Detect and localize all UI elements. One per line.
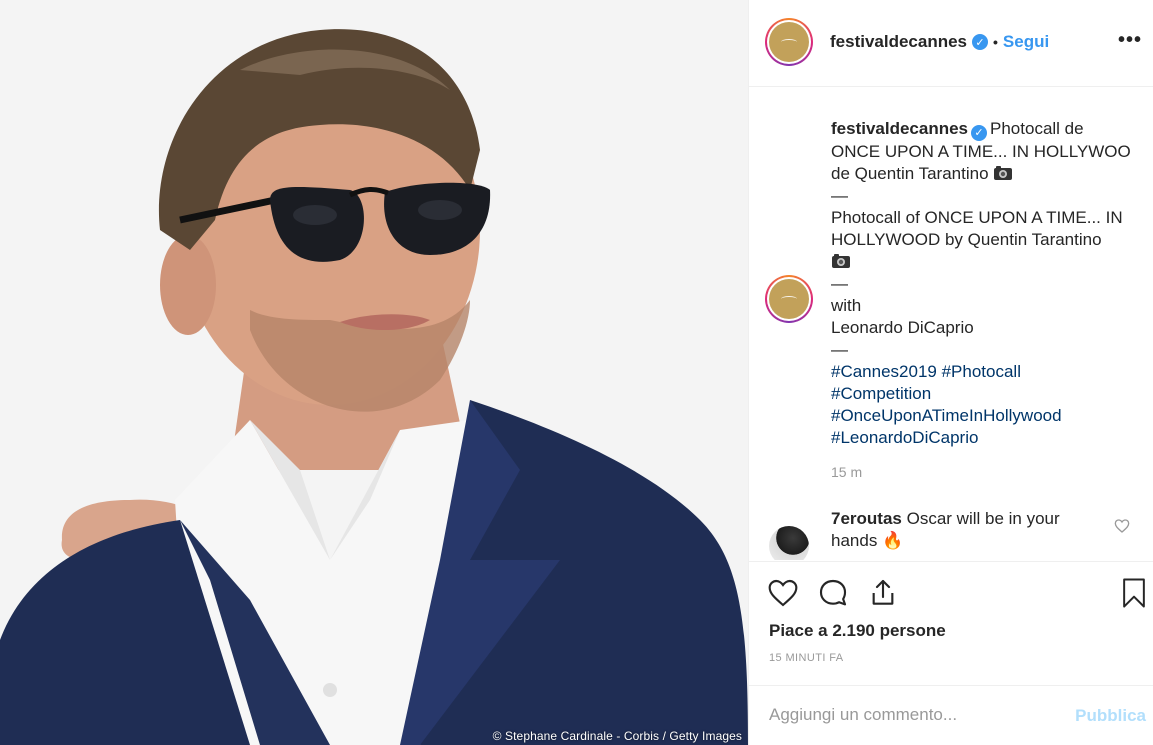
caption-time[interactable]: 15 m (831, 464, 862, 480)
header-separator: • (993, 34, 998, 50)
caption-avatar[interactable] (765, 275, 813, 323)
caption-line-7: Leonardo DiCaprio (831, 318, 974, 337)
header-user-row: festivaldecannes ✓ • Segui (830, 32, 1049, 52)
verified-icon: ✓ (972, 34, 989, 50)
caption-line-2: ONCE UPON A TIME... IN HOLLYWOO (831, 142, 1131, 161)
caption-dash-1: — (831, 186, 848, 205)
caption-first-line: festivaldecannes ✓ Photocall de (831, 118, 1131, 141)
publish-button[interactable]: Pubblica (1075, 706, 1146, 726)
small-heart-icon[interactable] (1114, 518, 1130, 534)
hashtag-link[interactable]: #OnceUponATimeInHollywood (831, 405, 1131, 427)
caption-line-3-row: de Quentin Tarantino (831, 163, 1131, 185)
comment-box: Pubblica (749, 685, 1153, 745)
photo-credit: © Stephane Cardinale - Corbis / Getty Im… (492, 729, 742, 743)
comment-icon[interactable] (817, 577, 849, 609)
caption-line-5: HOLLYWOOD by Quentin Tarantino (831, 230, 1102, 249)
more-options-icon: ••• (1117, 29, 1142, 51)
verified-icon: ✓ (971, 125, 988, 141)
caption-camera-row (831, 251, 1131, 273)
more-options-button[interactable]: ••• (1118, 30, 1142, 50)
post-image (0, 0, 748, 745)
caption-line-4: Photocall of ONCE UPON A TIME... IN (831, 208, 1123, 227)
caption-line-6: with (831, 296, 862, 315)
post-actions: Piace a 2.190 persone 15 MINUTI FA (749, 561, 1153, 685)
hashtag-link[interactable]: #Cannes2019 #Photocall (831, 361, 1131, 383)
post-photo[interactable]: © Stephane Cardinale - Corbis / Getty Im… (0, 0, 748, 745)
post-header: festivaldecannes ✓ • Segui ••• (749, 0, 1153, 87)
commenter-avatar[interactable] (769, 526, 809, 560)
camera-emoji (993, 166, 1012, 180)
follow-button[interactable]: Segui (1003, 32, 1049, 52)
post-caption: festivaldecannes ✓ Photocall de ONCE UPON … (831, 118, 1131, 449)
cannes-logo-icon (781, 296, 797, 302)
comment-username[interactable]: 7eroutas (831, 509, 902, 528)
bookmark-icon[interactable] (1119, 577, 1149, 609)
cannes-logo-icon (781, 39, 797, 45)
profile-avatar[interactable] (765, 18, 813, 66)
header-username[interactable]: festivaldecannes (830, 32, 967, 52)
caption-line-3: de Quentin Tarantino (831, 164, 989, 183)
caption-dash-3: — (831, 340, 848, 359)
camera-emoji (832, 254, 850, 268)
comment-input[interactable] (769, 702, 1069, 728)
heart-icon[interactable] (767, 577, 799, 609)
post-timestamp[interactable]: 15 MINUTI FA (769, 652, 843, 664)
comment-text-block: 7eroutas Oscar will be in your hands 🔥 (831, 508, 1091, 552)
fire-emoji: 🔥 (882, 531, 904, 550)
comment-item: 7eroutas Oscar will be in your hands 🔥 (749, 506, 1153, 560)
hashtag-link[interactable]: #Competition (831, 383, 1131, 405)
hashtag-link[interactable]: #LeonardoDiCaprio (831, 427, 1131, 449)
caption-line-1: Photocall de (990, 119, 1084, 138)
post-side-panel: festivaldecannes ✓ • Segui ••• festivald… (748, 0, 1153, 745)
caption-area: festivaldecannes ✓ Photocall de ONCE UPON … (749, 88, 1153, 560)
caption-username[interactable]: festivaldecannes (831, 119, 968, 138)
likes-count[interactable]: Piace a 2.190 persone (769, 621, 946, 641)
share-icon[interactable] (867, 577, 899, 609)
caption-dash-2: — (831, 274, 848, 293)
